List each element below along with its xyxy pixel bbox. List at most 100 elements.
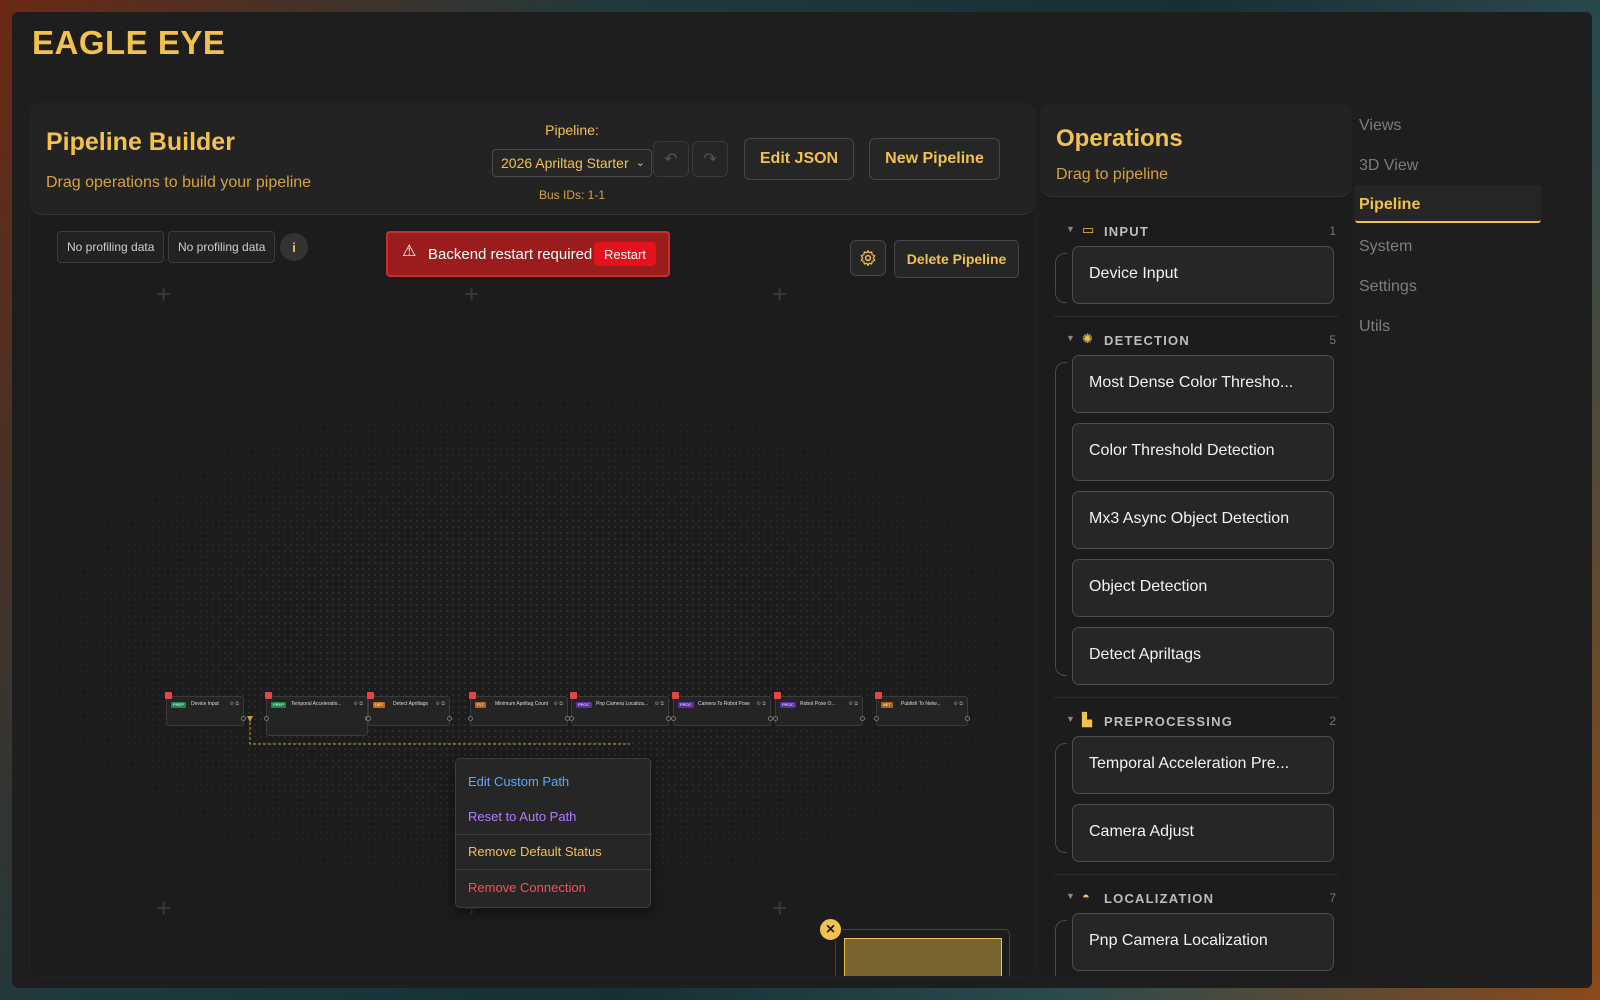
node-index-badge	[875, 692, 882, 699]
nav-item-3d-view[interactable]: 3D View	[1355, 149, 1541, 183]
pipeline-node[interactable]: DET Detect Apriltags ⚙ ⧉	[366, 692, 452, 726]
node-index-badge	[367, 692, 374, 699]
pipeline-node[interactable]: PREP Temporal Acceleratio... ⚙ ⧉	[264, 692, 370, 736]
pipeline-canvas[interactable]: + + + + + + PREP Device Input ⚙ ⧉ PREP T…	[30, 279, 1035, 976]
section-header[interactable]: ▼ ✺ DETECTION 5	[1066, 330, 1336, 350]
nav-item-settings[interactable]: Settings	[1355, 270, 1541, 304]
section-tree-line	[1055, 743, 1067, 853]
app-title: EAGLE EYE	[32, 24, 226, 61]
input-port[interactable]	[569, 716, 574, 721]
menu-item-edit-custom-path[interactable]: Edit Custom Path	[468, 774, 569, 789]
node-title: Pnp Camera Localiza...	[596, 701, 648, 707]
profiling-badge: No profiling data	[57, 231, 165, 263]
node-index-badge	[469, 692, 476, 699]
node-category-badge: PROC	[678, 702, 694, 708]
operation-item[interactable]: Temporal Acceleration Pre...	[1072, 736, 1334, 794]
undo-button[interactable]: ↶	[653, 141, 689, 177]
menu-item-remove-default-status[interactable]: Remove Default Status	[468, 844, 602, 859]
output-port[interactable]	[965, 716, 970, 721]
section-count: 2	[1329, 714, 1336, 728]
nav-item-views[interactable]: Views	[1355, 109, 1541, 143]
output-port[interactable]	[860, 716, 865, 721]
redo-button[interactable]: ↷	[692, 141, 728, 177]
pipeline-select-label: Pipeline:	[545, 122, 599, 138]
node-settings-icon[interactable]: ⚙ ⧉	[230, 701, 239, 707]
nav-item-pipeline[interactable]: Pipeline	[1355, 185, 1541, 223]
pipeline-node[interactable]: PROC Camera To Robot Pose ⚙ ⧉	[671, 692, 773, 726]
operation-item[interactable]: Pnp Camera Localization	[1072, 913, 1334, 971]
delete-pipeline-button[interactable]: Delete Pipeline	[894, 240, 1019, 278]
node-category-badge: NET	[881, 702, 893, 708]
close-icon[interactable]: ×	[818, 917, 843, 942]
operation-item[interactable]: Color Threshold Detection	[1072, 423, 1334, 481]
input-port[interactable]	[468, 716, 473, 721]
node-settings-icon[interactable]: ⚙ ⧉	[436, 701, 445, 707]
pipeline-node[interactable]: FLT Minimum Apriltag Count ⚙ ⧉	[468, 692, 570, 726]
pipeline-select[interactable]: 2026 Apriltag Starter ⌄	[492, 149, 652, 177]
section-count: 7	[1329, 891, 1336, 905]
new-pipeline-button[interactable]: New Pipeline	[869, 138, 1000, 180]
pipeline-node[interactable]: PREP Device Input ⚙ ⧉	[165, 692, 246, 726]
node-settings-icon[interactable]: ⚙ ⧉	[354, 701, 363, 707]
operation-item[interactable]: Most Dense Color Thresho...	[1072, 355, 1334, 413]
section-tree-line	[1055, 362, 1067, 676]
factory-icon: ▙	[1082, 712, 1092, 727]
pipeline-builder-header: Pipeline Builder Drag operations to buil…	[30, 104, 1035, 215]
pipeline-node[interactable]: PROC Pnp Camera Localiza... ⚙ ⧉	[569, 692, 671, 726]
pipeline-node[interactable]: NET Publish To Netw... ⚙ ⧉	[874, 692, 970, 726]
node-index-badge	[165, 692, 172, 699]
node-settings-icon[interactable]: ⚙ ⧉	[954, 701, 963, 707]
section-header[interactable]: ▼ ▙ PREPROCESSING 2	[1066, 711, 1336, 731]
section-label: LOCALIZATION	[1104, 891, 1215, 906]
connection-context-menu: Edit Custom Path Reset to Auto Path Remo…	[455, 758, 652, 908]
input-port[interactable]	[874, 716, 879, 721]
crosshair-icon: ✺	[1082, 331, 1093, 346]
operation-item[interactable]: Object Detection	[1072, 559, 1334, 617]
grid-plus-marker: +	[156, 279, 172, 309]
pipeline-settings-button[interactable]	[850, 240, 886, 276]
node-title: Detect Apriltags	[393, 701, 429, 707]
node-settings-icon[interactable]: ⚙ ⧉	[849, 701, 858, 707]
operation-item[interactable]: Camera Adjust	[1072, 804, 1334, 862]
node-settings-icon[interactable]: ⚙ ⧉	[554, 701, 563, 707]
menu-divider	[456, 869, 652, 870]
section-divider	[1054, 874, 1338, 875]
edit-json-button[interactable]: Edit JSON	[744, 138, 854, 180]
operation-item[interactable]: Device Input	[1072, 246, 1334, 304]
info-button[interactable]: i	[280, 233, 308, 261]
output-port[interactable]	[447, 716, 452, 721]
minimap[interactable]	[835, 929, 1010, 976]
section-header[interactable]: ▼ ▭ INPUT 1	[1066, 221, 1336, 241]
pipeline-node[interactable]: PROC Robot Pose O... ⚙ ⧉	[773, 692, 865, 726]
input-port[interactable]	[773, 716, 778, 721]
restart-message: Backend restart required	[428, 246, 593, 263]
input-port[interactable]	[671, 716, 676, 721]
operation-item[interactable]: Mx3 Async Object Detection	[1072, 491, 1334, 549]
section-header[interactable]: ▼ ◓ LOCALIZATION 7	[1066, 888, 1336, 908]
node-category-badge: PREP	[171, 702, 186, 708]
node-index-badge	[570, 692, 577, 699]
node-settings-icon[interactable]: ⚙ ⧉	[757, 701, 766, 707]
chevron-down-icon: ⌄	[635, 157, 645, 169]
input-port[interactable]	[366, 716, 371, 721]
restart-button[interactable]: Restart	[594, 242, 656, 266]
operation-item[interactable]: Detect Apriltags	[1072, 627, 1334, 685]
menu-item-reset-auto-path[interactable]: Reset to Auto Path	[468, 809, 576, 824]
nav-item-system[interactable]: System	[1355, 230, 1541, 264]
node-index-badge	[265, 692, 272, 699]
node-settings-icon[interactable]: ⚙ ⧉	[655, 701, 664, 707]
nav-item-utils[interactable]: Utils	[1355, 310, 1541, 344]
menu-item-remove-connection[interactable]: Remove Connection	[468, 880, 586, 895]
output-port[interactable]	[241, 716, 246, 721]
node-title: Camera To Robot Pose	[698, 701, 750, 707]
input-port[interactable]	[264, 716, 269, 721]
warning-icon: ⚠	[402, 243, 417, 260]
node-title: Minimum Apriltag Count	[495, 701, 549, 707]
chevron-down-icon: ▼	[1066, 714, 1075, 724]
pipeline-builder-panel: + + + + + + PREP Device Input ⚙ ⧉ PREP T…	[30, 104, 1035, 976]
redo-icon: ↷	[703, 151, 717, 168]
node-category-badge: FLT	[475, 702, 486, 708]
gear-icon	[860, 249, 876, 267]
minimap-viewport[interactable]	[844, 938, 1002, 976]
node-category-badge: PREP	[271, 702, 286, 708]
